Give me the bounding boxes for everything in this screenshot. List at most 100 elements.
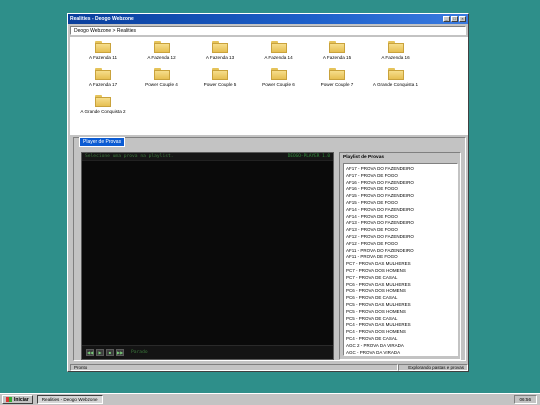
folder-label: A Grande Conquista 1 bbox=[372, 82, 419, 87]
playlist-item[interactable]: PC4 - PROVA DOS HOMENS bbox=[344, 329, 457, 336]
playlist-item[interactable]: AF16 - PROVA DE FOGO bbox=[344, 186, 457, 193]
playlist-item[interactable]: PC6 - PROVA DE CASAL bbox=[344, 295, 457, 302]
playlist-item[interactable]: AF16 - PROVA DO FAZENDEIRO bbox=[344, 180, 457, 187]
title-bar[interactable]: Realities - Deogo Webzone _ □ × bbox=[68, 14, 468, 24]
status-left: Pronto bbox=[70, 364, 398, 371]
folder-label: A Grande Conquista 2 bbox=[80, 109, 126, 114]
folder-icon bbox=[95, 68, 111, 80]
player-brand: DEOGO-PLAYER 1.0 bbox=[287, 154, 330, 159]
player-controls: ◀◀ ▶ ■ ▶▶ Parado bbox=[82, 345, 333, 359]
folder-icon bbox=[153, 68, 170, 80]
folder-icon bbox=[329, 68, 345, 80]
folder-item[interactable]: Power Couple 5 bbox=[190, 68, 250, 87]
folder-item[interactable]: A Fazenda 16 bbox=[366, 41, 426, 60]
playlist-item[interactable]: PC4 - PROVA DE CASAL bbox=[344, 336, 457, 343]
playlist-title: Playlist de Provas bbox=[343, 155, 385, 160]
folder-item[interactable]: A Fazenda 11 bbox=[73, 41, 133, 60]
folder-grid: A Fazenda 11 A Fazenda 12 A Fazenda 13 A Fa… bbox=[70, 37, 468, 135]
folder-label: A Fazenda 13 bbox=[205, 55, 235, 60]
playlist-item[interactable]: PC7 - PROVA DOS HOMENS bbox=[344, 268, 457, 275]
playlist-item[interactable]: AF11 - PROVA DO FAZENDEIRO bbox=[344, 248, 457, 255]
folder-label: Power Couple 5 bbox=[203, 82, 237, 87]
playlist-item[interactable]: PC6 - PROVA DAS MULHERES bbox=[344, 282, 457, 289]
video-player: Selecione uma prova na playlist. DEOGO-P… bbox=[81, 152, 334, 360]
folder-label: A Fazenda 16 bbox=[381, 55, 410, 60]
playlist-item[interactable]: PC5 - PROVA DAS MULHERES bbox=[344, 302, 457, 309]
status-bar: Pronto Explorando pastas e provas bbox=[70, 364, 468, 371]
playlist-item[interactable]: AGC - PROVA DA VIRADA bbox=[344, 350, 457, 355]
playlist-item[interactable]: AF15 - PROVA DE FOGO bbox=[344, 200, 457, 207]
playlist-item[interactable]: AF14 - PROVA DO FAZENDEIRO bbox=[344, 207, 457, 214]
playlist-item[interactable]: AGC 2 - PROVA DA VIRADA bbox=[344, 343, 457, 350]
folder-label: Power Couple 4 bbox=[145, 82, 178, 87]
address-bar[interactable]: Deogo Webzone > Realities bbox=[70, 26, 466, 35]
folder-icon bbox=[270, 68, 287, 80]
tab-player-de-provas[interactable]: Player de Provas bbox=[79, 137, 126, 147]
player-header: Selecione uma prova na playlist. DEOGO-P… bbox=[82, 153, 333, 161]
folder-icon bbox=[95, 41, 111, 53]
folder-label: A Fazenda 15 bbox=[322, 55, 352, 60]
explorer-window: Realities - Deogo Webzone _ □ × Deogo We… bbox=[67, 13, 469, 372]
rewind-icon[interactable]: ◀◀ bbox=[86, 349, 94, 356]
playlist-panel: Playlist de Provas AF17 - PROVA DO FAZEN… bbox=[339, 152, 461, 360]
playlist-item[interactable]: AF13 - PROVA DE FOGO bbox=[344, 227, 457, 234]
folder-item[interactable]: A Fazenda 12 bbox=[132, 41, 192, 60]
player-message: Selecione uma prova na playlist. bbox=[85, 154, 174, 159]
playlist-item[interactable]: AF17 - PROVA DO FAZENDEIRO bbox=[344, 166, 457, 173]
folder-icon bbox=[212, 41, 228, 53]
folder-label: A Fazenda 17 bbox=[88, 82, 118, 87]
folder-icon bbox=[270, 41, 287, 53]
play-icon[interactable]: ▶ bbox=[96, 349, 104, 356]
close-button[interactable]: × bbox=[459, 16, 466, 22]
start-label: Iniciar bbox=[14, 396, 29, 403]
playlist-item[interactable]: PC7 - PROVA DAS MULHERES bbox=[344, 261, 457, 268]
folder-icon bbox=[387, 68, 404, 80]
minimize-button[interactable]: _ bbox=[443, 16, 450, 22]
taskbar-window-button[interactable]: Realities - Deogo Webzone bbox=[36, 395, 103, 404]
playlist-item[interactable]: PC5 - PROVA DE CASAL bbox=[344, 316, 457, 323]
folder-icon bbox=[329, 41, 345, 53]
folder-item[interactable]: A Fazenda 13 bbox=[190, 41, 250, 60]
playlist-item[interactable]: PC7 - PROVA DE CASAL bbox=[344, 275, 457, 282]
folder-item[interactable]: Power Couple 4 bbox=[132, 68, 192, 87]
player-screen[interactable] bbox=[82, 161, 333, 345]
folder-icon bbox=[212, 68, 228, 80]
taskbar: Iniciar Realities - Deogo Webzone 06:56 bbox=[0, 393, 540, 405]
maximize-button[interactable]: □ bbox=[451, 16, 458, 22]
folder-item[interactable]: A Fazenda 17 bbox=[73, 68, 133, 87]
stop-icon[interactable]: ■ bbox=[106, 349, 114, 356]
folder-item[interactable]: A Grande Conquista 1 bbox=[366, 68, 426, 87]
windows-logo-icon bbox=[6, 397, 12, 402]
playlist-item[interactable]: AF15 - PROVA DO FAZENDEIRO bbox=[344, 193, 457, 200]
playlist-item[interactable]: AF14 - PROVA DE FOGO bbox=[344, 214, 457, 221]
player-status: Parado bbox=[131, 350, 148, 355]
folder-label: Power Couple 6 bbox=[262, 82, 295, 87]
folder-icon bbox=[387, 41, 404, 53]
start-button[interactable]: Iniciar bbox=[2, 395, 33, 404]
player-panel: Player de Provas Selecione uma prova na … bbox=[73, 137, 466, 361]
playlist-list[interactable]: AF17 - PROVA DO FAZENDEIRO AF17 - PROVA D… bbox=[343, 163, 458, 356]
folder-icon bbox=[95, 95, 111, 107]
folder-item[interactable]: A Fazenda 15 bbox=[307, 41, 367, 60]
playlist-item[interactable]: PC6 - PROVA DOS HOMENS bbox=[344, 288, 457, 295]
folder-label: A Fazenda 14 bbox=[264, 55, 293, 60]
window-title: Realities - Deogo Webzone bbox=[70, 16, 134, 22]
folder-label: A Fazenda 11 bbox=[88, 55, 117, 60]
folder-item[interactable]: A Fazenda 14 bbox=[249, 41, 309, 60]
playlist-item[interactable]: PC5 - PROVA DOS HOMENS bbox=[344, 309, 457, 316]
playlist-item[interactable]: AF11 - PROVA DE FOGO bbox=[344, 254, 457, 261]
playlist-item[interactable]: AF12 - PROVA DE FOGO bbox=[344, 241, 457, 248]
playlist-item[interactable]: AF12 - PROVA DO FAZENDEIRO bbox=[344, 234, 457, 241]
folder-label: Power Couple 7 bbox=[320, 82, 354, 87]
forward-icon[interactable]: ▶▶ bbox=[116, 349, 124, 356]
folder-item[interactable]: Power Couple 7 bbox=[307, 68, 367, 87]
clock: 06:56 bbox=[513, 395, 537, 404]
status-right: Explorando pastas e provas bbox=[398, 364, 468, 371]
playlist-item[interactable]: AF13 - PROVA DO FAZENDEIRO bbox=[344, 220, 457, 227]
folder-item[interactable]: Power Couple 6 bbox=[249, 68, 309, 87]
folder-label: A Fazenda 12 bbox=[147, 55, 176, 60]
folder-item[interactable]: A Grande Conquista 2 bbox=[73, 95, 133, 114]
folder-icon bbox=[153, 41, 170, 53]
playlist-item[interactable]: PC4 - PROVA DAS MULHERES bbox=[344, 322, 457, 329]
playlist-item[interactable]: AF17 - PROVA DE FOGO bbox=[344, 173, 457, 180]
